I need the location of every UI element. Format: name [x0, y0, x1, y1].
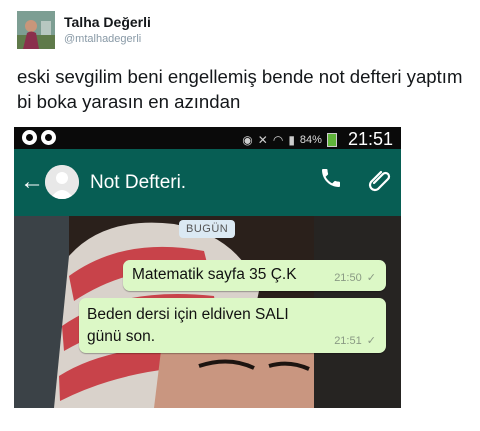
chat-app-bar: ← Not Defteri. — [14, 149, 401, 216]
status-time: 21:51 — [347, 129, 393, 149]
phone-status-bar: ◉ ✕ ◠ ▮ 84% 21:51 — [14, 127, 401, 149]
date-divider-chip: BUGÜN — [179, 220, 236, 238]
attachment-icon[interactable] — [366, 166, 392, 197]
chat-title[interactable]: Not Defteri. — [90, 172, 186, 194]
messenger-notification-icon — [41, 130, 56, 145]
message-text: Matematik sayfa 35 Ç.K — [132, 266, 297, 283]
outgoing-message[interactable]: Matematik sayfa 35 Ç.K 21:50 ✓ — [123, 260, 386, 291]
message-text: Beden dersi için eldiven SALI günü son. — [87, 306, 289, 345]
tweet-author-handle[interactable]: @mtalhadegerli — [64, 33, 141, 45]
tweet-author-avatar[interactable] — [17, 11, 55, 49]
chat-notification-icon — [22, 130, 37, 145]
message-time: 21:51 — [334, 335, 362, 347]
contact-avatar[interactable] — [45, 165, 79, 199]
tweet-author-name[interactable]: Talha Değerli — [64, 14, 151, 30]
battery-icon — [326, 132, 337, 147]
back-arrow-icon[interactable]: ← — [20, 168, 44, 196]
mute-icon: ✕ — [257, 132, 268, 147]
phone-call-icon[interactable] — [319, 166, 343, 195]
signal-icon: ▮ — [288, 132, 295, 147]
chat-area[interactable]: BUGÜN Matematik sayfa 35 Ç.K 21:50 ✓ Bed… — [14, 216, 401, 408]
message-time: 21:50 — [334, 272, 362, 284]
tweet-text: eski sevgilim beni engellemiş bende not … — [17, 66, 463, 112]
message-meta: 21:50 ✓ — [334, 271, 376, 284]
battery-percent: 84% — [299, 133, 322, 146]
eye-icon: ◉ — [242, 132, 253, 147]
outgoing-message[interactable]: Beden dersi için eldiven SALI günü son. … — [79, 298, 386, 353]
tweet-attached-screenshot[interactable]: ◉ ✕ ◠ ▮ 84% 21:51 ← Not Defteri. BUGÜN M… — [14, 127, 401, 408]
sent-check-icon: ✓ — [366, 335, 376, 347]
sent-check-icon: ✓ — [366, 272, 376, 284]
wifi-icon: ◠ — [272, 132, 284, 147]
message-meta: 21:51 ✓ — [334, 334, 376, 347]
